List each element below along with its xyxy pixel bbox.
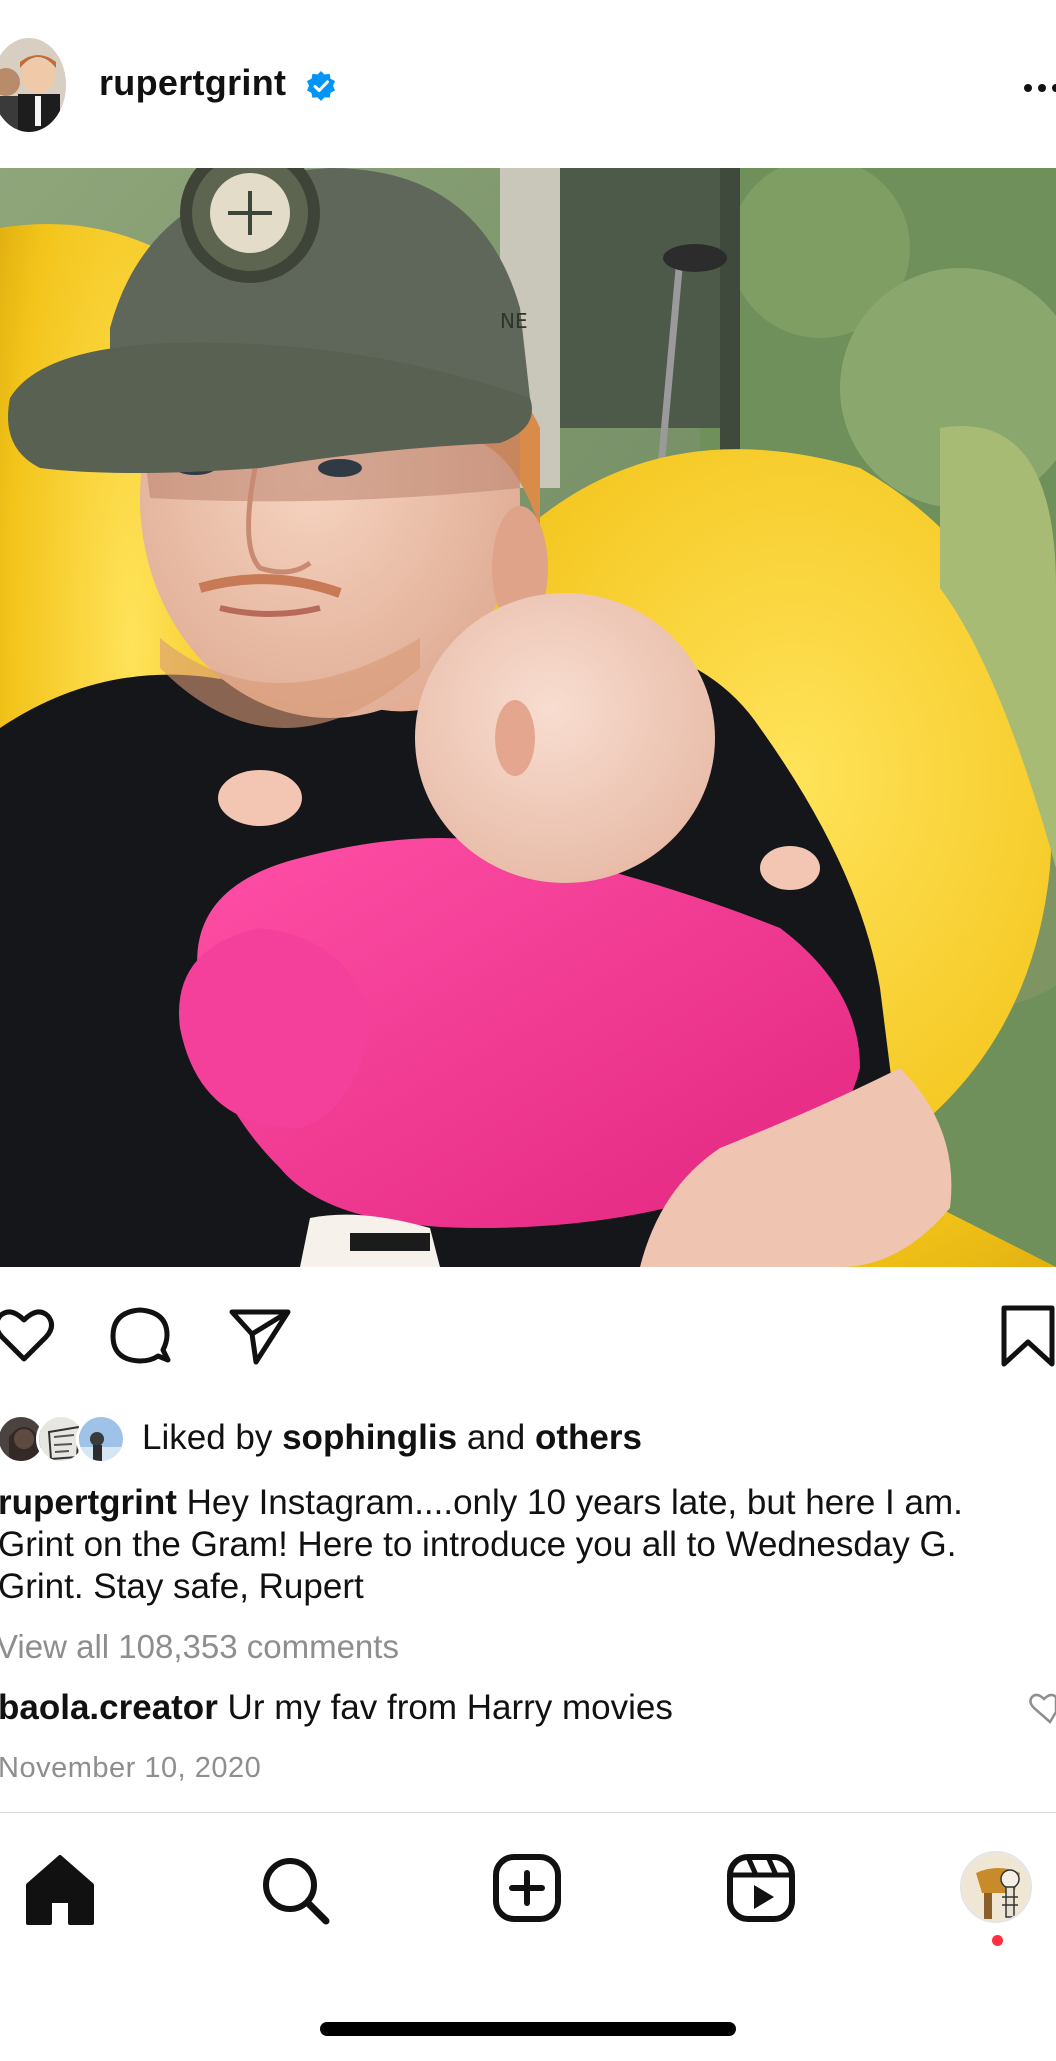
likes-prefix: Liked by — [142, 1418, 283, 1457]
svg-text:NE: NE — [500, 309, 528, 333]
home-icon[interactable] — [20, 1849, 100, 1929]
bookmark-outline-icon[interactable] — [996, 1304, 1056, 1368]
likes-row[interactable]: Liked by sophinglis and others — [0, 1410, 1056, 1470]
comment-heart-icon[interactable] — [1026, 1692, 1056, 1726]
first-liker-username[interactable]: sophinglis — [282, 1418, 457, 1457]
likes-conjunction: and — [457, 1418, 535, 1457]
post-date: November 10, 2020 — [0, 1752, 262, 1784]
liker-avatar — [76, 1414, 126, 1464]
top-comment: baola.creator Ur my fav from Harry movie… — [0, 1688, 1054, 1728]
author-username[interactable]: rupertgrint — [99, 62, 286, 104]
likes-summary: Liked by sophinglis and others — [142, 1418, 642, 1458]
paper-plane-icon[interactable] — [228, 1304, 292, 1368]
comment-text: Ur my fav from Harry movies — [217, 1688, 673, 1727]
likes-others-link[interactable]: others — [535, 1418, 642, 1457]
post-action-bar — [0, 1290, 1056, 1386]
caption-line-3: Grint. Stay safe, Rupert — [0, 1567, 364, 1606]
verified-badge-icon — [305, 70, 337, 102]
caption-line-1: rupertgrint Hey Instagram....only 10 yea… — [0, 1482, 1054, 1524]
caption-text-1: Hey Instagram....only 10 years late, but… — [176, 1483, 963, 1522]
post-photo[interactable]: NE — [0, 168, 1056, 1267]
search-icon[interactable] — [254, 1849, 334, 1929]
reels-icon[interactable] — [722, 1849, 802, 1929]
more-options-icon[interactable] — [1016, 68, 1056, 108]
comment-bubble-icon[interactable] — [108, 1304, 172, 1368]
view-all-comments-link[interactable]: View all 108,353 comments — [0, 1628, 399, 1666]
create-post-icon[interactable] — [488, 1849, 568, 1929]
post-caption: rupertgrint Hey Instagram....only 10 yea… — [0, 1482, 1054, 1608]
heart-outline-icon[interactable] — [0, 1304, 56, 1368]
comment-username[interactable]: baola.creator — [0, 1688, 218, 1727]
author-avatar[interactable] — [0, 38, 66, 132]
bottom-nav — [0, 1813, 1056, 1963]
home-indicator — [320, 2022, 736, 2036]
caption-username[interactable]: rupertgrint — [0, 1483, 177, 1522]
post-header: rupertgrint — [0, 0, 1056, 168]
caption-line-2: Grint on the Gram! Here to introduce you… — [0, 1525, 957, 1564]
profile-avatar[interactable] — [960, 1851, 1032, 1923]
notification-dot — [992, 1935, 1003, 1946]
